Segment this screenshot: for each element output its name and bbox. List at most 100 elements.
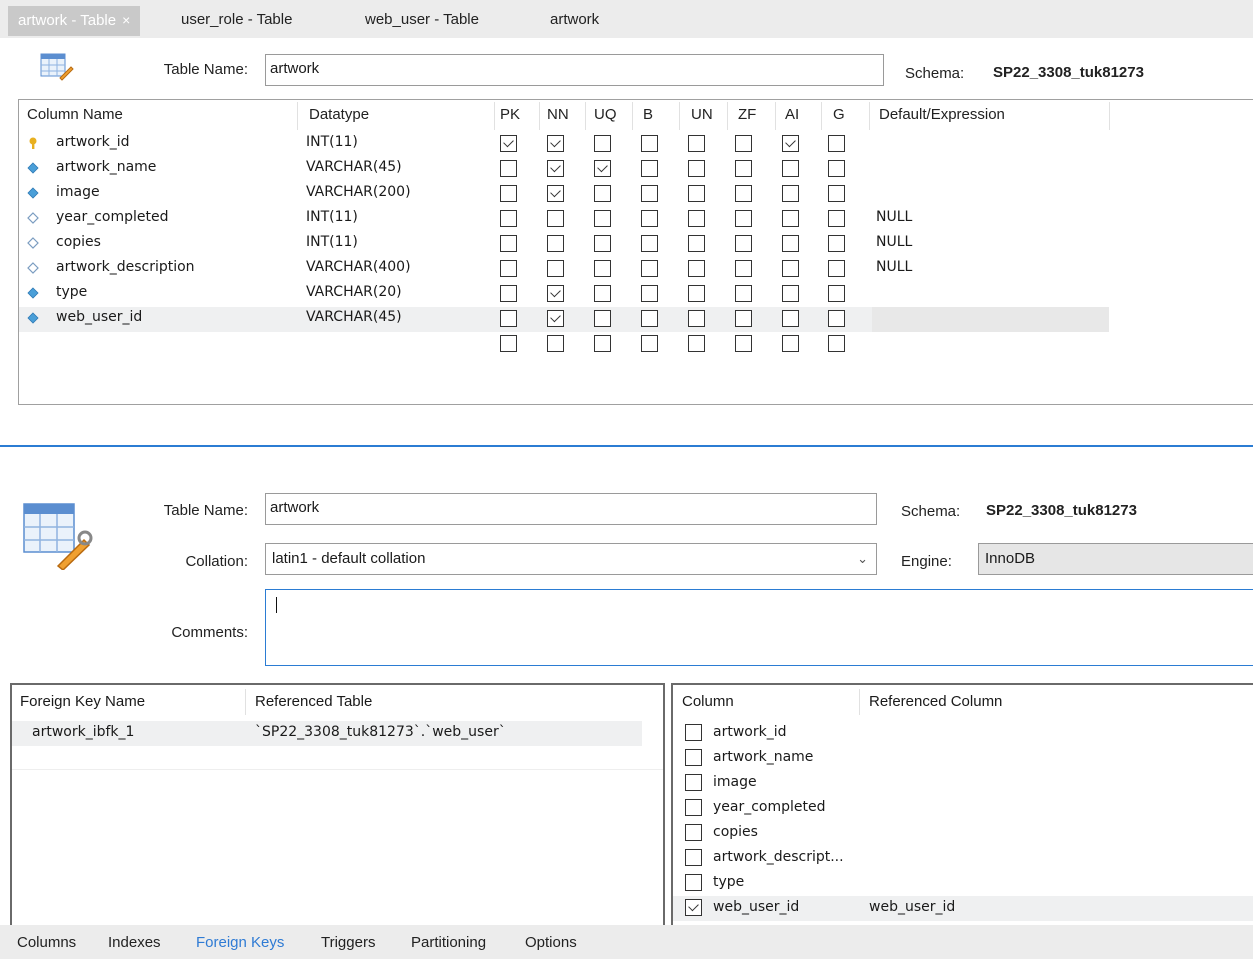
column-datatype[interactable]: VARCHAR(45) — [306, 309, 402, 325]
ai-checkbox[interactable] — [782, 135, 799, 152]
fk-column-checkbox[interactable] — [685, 824, 702, 841]
table-row[interactable]: type VARCHAR(20) — [19, 282, 1109, 307]
zf-checkbox[interactable] — [735, 135, 752, 152]
g-checkbox[interactable] — [828, 210, 845, 227]
un-checkbox[interactable] — [688, 135, 705, 152]
table-row[interactable]: image VARCHAR(200) — [19, 182, 1109, 207]
table-name-input[interactable]: artwork — [265, 54, 884, 86]
tab-options[interactable]: Options — [525, 934, 577, 951]
table-row[interactable] — [19, 332, 1109, 357]
column-name[interactable]: image — [56, 184, 100, 200]
g-checkbox[interactable] — [828, 335, 845, 352]
nn-checkbox[interactable] — [547, 260, 564, 277]
tab-artwork-table[interactable]: artwork - Table × — [8, 6, 141, 36]
table-row[interactable]: year_completed INT(11) NULL — [19, 207, 1109, 232]
tab-artwork[interactable]: artwork — [540, 6, 609, 36]
b-checkbox[interactable] — [641, 185, 658, 202]
engine-select[interactable]: InnoDB — [978, 543, 1253, 575]
fk-column-checkbox[interactable] — [685, 774, 702, 791]
column-datatype[interactable]: VARCHAR(45) — [306, 159, 402, 175]
b-checkbox[interactable] — [641, 260, 658, 277]
fk-column-row[interactable]: web_user_id web_user_id — [673, 896, 1253, 921]
column-datatype[interactable]: VARCHAR(400) — [306, 259, 411, 275]
table-row[interactable]: copies INT(11) NULL — [19, 232, 1109, 257]
tab-foreign-keys[interactable]: Foreign Keys — [196, 934, 284, 951]
col-header-g[interactable]: G — [833, 106, 845, 123]
tab-columns[interactable]: Columns — [17, 934, 76, 951]
col-header-un[interactable]: UN — [691, 106, 713, 123]
table-row[interactable]: web_user_id VARCHAR(45) — [19, 307, 1109, 332]
nn-checkbox[interactable] — [547, 335, 564, 352]
foreign-keys-list[interactable]: Foreign Key Name Referenced Table artwor… — [10, 683, 665, 925]
column-datatype[interactable]: INT(11) — [306, 209, 358, 225]
table-row[interactable]: artwork_name VARCHAR(45) — [19, 157, 1109, 182]
fk-referenced-column[interactable]: web_user_id — [869, 899, 955, 915]
nn-checkbox[interactable] — [547, 210, 564, 227]
fkcol-header-referenced[interactable]: Referenced Column — [869, 693, 1002, 710]
column-name[interactable]: web_user_id — [56, 309, 142, 325]
col-header-b[interactable]: B — [643, 106, 653, 123]
b-checkbox[interactable] — [641, 235, 658, 252]
column-default[interactable]: NULL — [876, 259, 912, 275]
uq-checkbox[interactable] — [594, 310, 611, 327]
g-checkbox[interactable] — [828, 285, 845, 302]
g-checkbox[interactable] — [828, 260, 845, 277]
nn-checkbox[interactable] — [547, 235, 564, 252]
fk-column-checkbox[interactable] — [685, 874, 702, 891]
un-checkbox[interactable] — [688, 310, 705, 327]
pk-checkbox[interactable] — [500, 160, 517, 177]
column-name[interactable]: artwork_description — [56, 259, 195, 275]
tab-user-role-table[interactable]: user_role - Table — [171, 6, 302, 36]
fk-column-checkbox[interactable] — [685, 899, 702, 916]
fk-header-table[interactable]: Referenced Table — [255, 693, 372, 710]
b-checkbox[interactable] — [641, 335, 658, 352]
tab-indexes[interactable]: Indexes — [108, 934, 161, 951]
uq-checkbox[interactable] — [594, 160, 611, 177]
ai-checkbox[interactable] — [782, 310, 799, 327]
col-header-name[interactable]: Column Name — [27, 106, 123, 123]
col-header-datatype[interactable]: Datatype — [309, 106, 369, 123]
nn-checkbox[interactable] — [547, 160, 564, 177]
fk-column-checkbox[interactable] — [685, 724, 702, 741]
tab-triggers[interactable]: Triggers — [321, 934, 375, 951]
pk-checkbox[interactable] — [500, 310, 517, 327]
b-checkbox[interactable] — [641, 135, 658, 152]
ai-checkbox[interactable] — [782, 260, 799, 277]
un-checkbox[interactable] — [688, 235, 705, 252]
g-checkbox[interactable] — [828, 160, 845, 177]
un-checkbox[interactable] — [688, 210, 705, 227]
zf-checkbox[interactable] — [735, 160, 752, 177]
zf-checkbox[interactable] — [735, 335, 752, 352]
b-checkbox[interactable] — [641, 285, 658, 302]
uq-checkbox[interactable] — [594, 285, 611, 302]
fk-column-row[interactable]: artwork_id — [673, 721, 1253, 746]
fk-column-row[interactable]: copies — [673, 821, 1253, 846]
g-checkbox[interactable] — [828, 135, 845, 152]
fk-column-checkbox[interactable] — [685, 799, 702, 816]
nn-checkbox[interactable] — [547, 135, 564, 152]
column-datatype[interactable]: VARCHAR(200) — [306, 184, 411, 200]
column-name[interactable]: artwork_id — [56, 134, 129, 150]
pk-checkbox[interactable] — [500, 210, 517, 227]
table-row[interactable]: artwork_description VARCHAR(400) NULL — [19, 257, 1109, 282]
column-datatype[interactable]: INT(11) — [306, 234, 358, 250]
fk-column-row[interactable]: image — [673, 771, 1253, 796]
column-name[interactable]: type — [56, 284, 87, 300]
tab-partitioning[interactable]: Partitioning — [411, 934, 486, 951]
un-checkbox[interactable] — [688, 260, 705, 277]
un-checkbox[interactable] — [688, 185, 705, 202]
uq-checkbox[interactable] — [594, 135, 611, 152]
pk-checkbox[interactable] — [500, 335, 517, 352]
nn-checkbox[interactable] — [547, 185, 564, 202]
g-checkbox[interactable] — [828, 185, 845, 202]
zf-checkbox[interactable] — [735, 185, 752, 202]
col-header-nn[interactable]: NN — [547, 106, 569, 123]
zf-checkbox[interactable] — [735, 260, 752, 277]
column-name[interactable]: copies — [56, 234, 101, 250]
ai-checkbox[interactable] — [782, 285, 799, 302]
ai-checkbox[interactable] — [782, 160, 799, 177]
columns-grid[interactable]: Column Name Datatype PK NN UQ B UN ZF AI… — [18, 99, 1253, 405]
un-checkbox[interactable] — [688, 335, 705, 352]
column-name[interactable]: artwork_name — [56, 159, 156, 175]
nn-checkbox[interactable] — [547, 310, 564, 327]
